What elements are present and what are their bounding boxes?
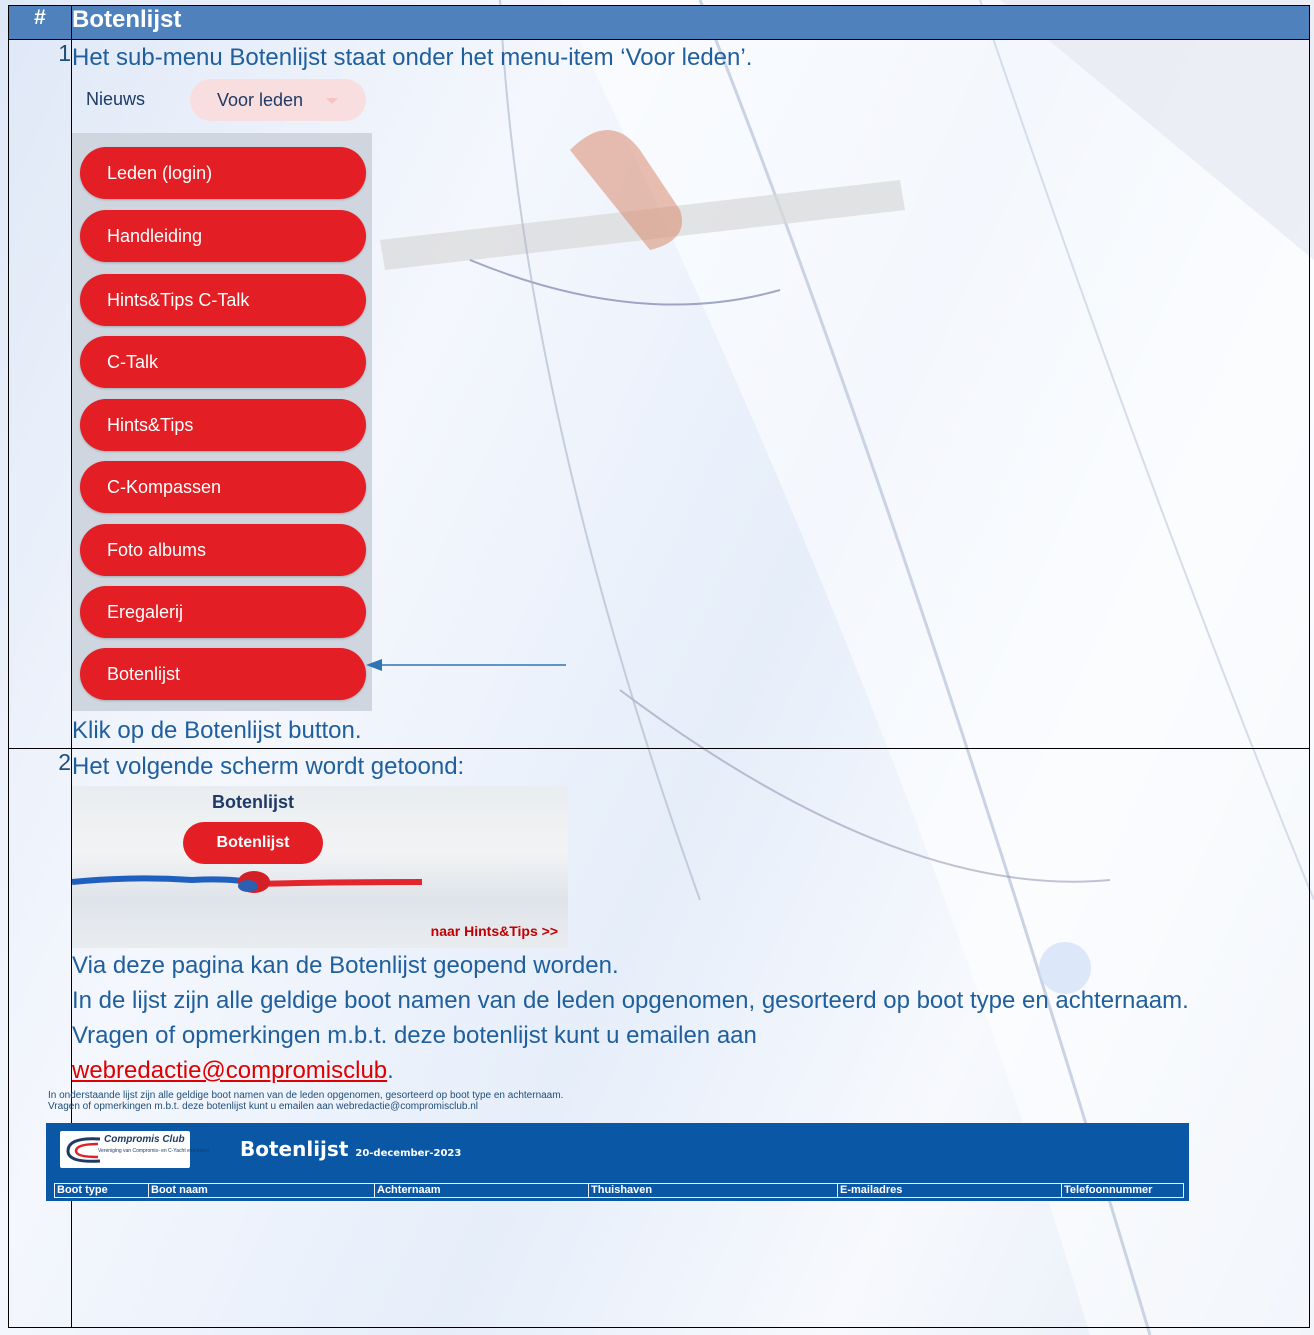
- submenu-voor-leden: Leden (login) Handleiding Hints&Tips C-T…: [72, 133, 372, 711]
- chevron-down-icon: [326, 98, 338, 104]
- step-row-1: 1 Het sub-menu Botenlijst staat onder he…: [8, 39, 1310, 749]
- submenu-item-leden-login[interactable]: Leden (login): [80, 147, 366, 199]
- submenu-item-c-kompassen[interactable]: C-Kompassen: [80, 461, 366, 513]
- submenu-item-foto-albums[interactable]: Foto albums: [80, 524, 366, 576]
- list-screenshot: In onderstaande lijst zijn alle geldige …: [46, 1090, 1189, 1201]
- column-achternaam: Achternaam: [375, 1184, 589, 1197]
- top-nav: Nieuws Voor leden: [72, 79, 372, 139]
- column-thuishaven: Thuishaven: [589, 1184, 838, 1197]
- column-telefoonnummer: Telefoonnummer: [1064, 1184, 1153, 1196]
- card-title: Botenlijst: [211, 792, 294, 812]
- step-outro: Klik op de Botenlijst button.: [72, 717, 362, 744]
- column-e-mailadres: E-mailadres: [838, 1184, 1062, 1197]
- column-header-number: #: [8, 5, 72, 40]
- column-header-title: Botenlijst: [71, 5, 1310, 40]
- list-date: 20-december-2023: [355, 1148, 462, 1159]
- column-boot-naam: Boot naam: [149, 1184, 375, 1197]
- botenlijst-card-screenshot: Botenlijst Botenlijst naar Hints&Tips >>: [72, 786, 568, 948]
- hints-tips-link[interactable]: naar Hints&Tips >>: [431, 923, 558, 939]
- table-header-row: # Botenlijst: [8, 5, 1310, 40]
- submenu-item-eregalerij[interactable]: Eregalerij: [80, 586, 366, 638]
- paragraph-3: Vragen of opmerkingen m.b.t. deze botenl…: [72, 1022, 757, 1049]
- submenu-item-hints-tips[interactable]: Hints&Tips: [80, 399, 366, 451]
- list-note-2: Vragen of opmerkingen m.b.t. deze botenl…: [48, 1101, 479, 1112]
- botenlijst-button[interactable]: Botenlijst: [183, 822, 323, 864]
- list-column-headers: Boot type Boot naam Achternaam Thuishave…: [54, 1183, 1184, 1198]
- column-boot-type: Boot type: [55, 1184, 149, 1197]
- submenu-item-botenlijst[interactable]: Botenlijst: [80, 648, 366, 700]
- menu-screenshot: Nieuws Voor leden Leden (login) Handleid…: [72, 79, 566, 711]
- instruction-table: # Botenlijst 1 Het sub-menu Botenlijst s…: [8, 5, 1310, 1328]
- list-title: Botenlijst 20-december-2023: [240, 1137, 461, 1161]
- step-content: Het sub-menu Botenlijst staat onder het …: [71, 39, 1310, 749]
- step-number: 1: [8, 39, 72, 749]
- nav-item-nieuws[interactable]: Nieuws: [86, 89, 145, 110]
- nav-item-voor-leden-label: Voor leden: [217, 90, 304, 110]
- submenu-item-hints-tips-ctalk[interactable]: Hints&Tips C-Talk: [80, 274, 366, 326]
- list-title-text: Botenlijst: [240, 1137, 349, 1161]
- list-note-1: In onderstaande lijst zijn alle geldige …: [48, 1090, 564, 1101]
- list-header-bar: Compromis Club Vereniging van Compromis-…: [46, 1123, 1189, 1201]
- step-number: 2: [8, 748, 72, 1328]
- email-line: webredactie@compromisclub.: [72, 1053, 1309, 1088]
- step-content: Het volgende scherm wordt getoond: Boten…: [46, 748, 1310, 1328]
- compromis-club-logo: Compromis Club Vereniging van Compromis-…: [60, 1131, 209, 1168]
- arrow-left-icon: [366, 659, 566, 671]
- step-intro: Het volgende scherm wordt getoond:: [72, 753, 465, 780]
- submenu-item-handleiding[interactable]: Handleiding: [80, 210, 366, 262]
- logo-subtitle: Vereniging van Compromis- en C-Yacht eig…: [98, 1148, 210, 1154]
- paragraph-2: In de lijst zijn alle geldige boot namen…: [72, 987, 1189, 1014]
- step-row-2: 2 Het volgende scherm wordt getoond: Bot…: [8, 748, 1310, 1328]
- nav-item-voor-leden[interactable]: Voor leden: [190, 79, 366, 121]
- period: .: [387, 1057, 394, 1084]
- email-link[interactable]: webredactie@compromisclub: [72, 1057, 387, 1084]
- logo-title: Compromis Club: [104, 1134, 185, 1145]
- submenu-item-ctalk[interactable]: C-Talk: [80, 336, 366, 388]
- step-intro: Het sub-menu Botenlijst staat onder het …: [72, 44, 753, 71]
- paragraph-1: Via deze pagina kan de Botenlijst geopen…: [72, 952, 619, 979]
